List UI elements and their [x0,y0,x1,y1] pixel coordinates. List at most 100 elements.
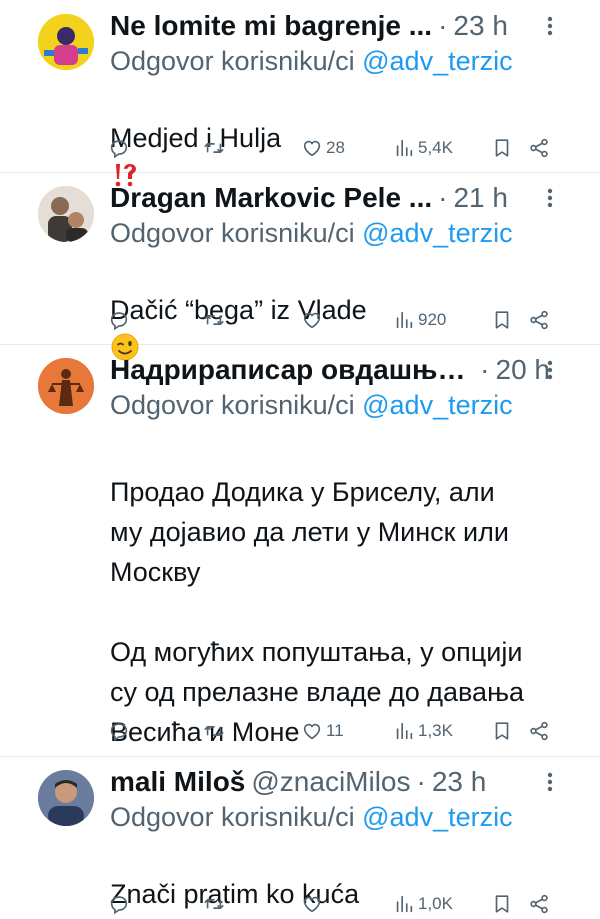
reply-mention-link[interactable]: @adv_terzic [362,390,512,420]
more-icon[interactable] [538,358,562,382]
avatar-photo-people [38,186,94,242]
bookmark-button[interactable] [491,305,513,335]
avatar[interactable] [38,770,94,826]
tweet[interactable]: Dragan Markovic Pele ... · 21 h Odgovor … [0,172,600,361]
share-icon [528,137,550,159]
reply-context: Odgovor korisniku/ci @adv_terzic [110,802,513,833]
tweet[interactable]: Надрираписар овдашњи™ · 20 h Odgovor kor… [0,344,600,757]
action-bar: 1,0K [108,889,568,919]
bookmark-button[interactable] [491,716,513,746]
bookmark-icon [491,893,513,915]
avatar-orange-statue [38,358,94,414]
view-count: 1,0K [418,894,453,913]
reply-label: Odgovor korisniku/ci [110,218,355,248]
views-chart-icon [393,137,415,159]
share-icon [528,309,550,331]
retweet-button[interactable] [203,305,225,335]
timestamp[interactable]: 23 h [453,10,508,42]
like-count: 11 [326,721,344,740]
like-button[interactable]: 11 [301,716,344,746]
avatar-yellow-cartoon [38,14,94,70]
more-icon[interactable] [538,186,562,210]
reply-icon [108,720,130,742]
reply-button[interactable] [108,716,130,746]
share-button[interactable] [528,716,550,746]
views-button[interactable]: 1,3K [393,716,453,746]
author-handle[interactable]: @znaciMilos [251,766,410,798]
timestamp[interactable]: 21 h [453,182,508,214]
avatar[interactable] [38,358,94,414]
share-icon [528,893,550,915]
reply-label: Odgovor korisniku/ci [110,46,355,76]
bookmark-icon [491,309,513,331]
tweet-text: Продао Додика у Бриселу, али му дојавио … [110,432,570,752]
avatar[interactable] [38,14,94,70]
share-button[interactable] [528,889,550,919]
author-name[interactable]: Dragan Markovic Pele ... [110,182,432,214]
tweet-header: Dragan Markovic Pele ... · 21 h [110,178,550,218]
more-icon[interactable] [538,770,562,794]
timestamp[interactable]: 23 h [432,766,487,798]
tweet-text-content: Продао Додика у Бриселу, али му дојавио … [110,477,525,747]
avatar-photo-man [38,770,94,826]
view-count: 5,4K [418,138,453,157]
like-button[interactable] [301,889,326,919]
retweet-icon [203,309,225,331]
reply-icon [108,137,130,159]
more-icon[interactable] [538,14,562,38]
reply-icon [108,893,130,915]
reply-label: Odgovor korisniku/ci [110,390,355,420]
author-name[interactable]: Надрираписар овдашњи™ [110,354,474,386]
retweet-icon [203,137,225,159]
reply-context: Odgovor korisniku/ci @adv_terzic [110,218,513,249]
reply-button[interactable] [108,889,130,919]
reply-label: Odgovor korisniku/ci [110,802,355,832]
retweet-icon [203,720,225,742]
views-button[interactable]: 920 [393,305,446,335]
action-bar: 28 5,4K [108,133,568,163]
share-icon [528,720,550,742]
heart-icon [301,137,323,159]
separator-dot: · [416,766,426,797]
heart-icon [301,309,323,331]
action-bar: 920 [108,305,568,335]
reply-icon [108,309,130,331]
share-button[interactable] [528,305,550,335]
tweet-header: Надрираписар овдашњи™ · 20 h [110,350,550,390]
reply-context: Odgovor korisniku/ci @adv_terzic [110,390,513,421]
reply-button[interactable] [108,133,130,163]
retweet-button[interactable] [203,889,225,919]
view-count: 920 [418,310,447,329]
reply-mention-link[interactable]: @adv_terzic [362,218,512,248]
tweet[interactable]: Ne lomite mi bagrenje ... · 23 h Odgovor… [0,0,600,187]
views-chart-icon [393,893,415,915]
author-name[interactable]: Ne lomite mi bagrenje ... [110,10,432,42]
tweet[interactable]: mali Miloš @znaciMilos · 23 h Odgovor ko… [0,756,600,916]
share-button[interactable] [528,133,550,163]
views-chart-icon [393,309,415,331]
views-button[interactable]: 5,4K [393,133,453,163]
retweet-button[interactable] [203,716,225,746]
bookmark-button[interactable] [491,133,513,163]
views-button[interactable]: 1,0K [393,889,453,919]
heart-icon [301,720,323,742]
bookmark-button[interactable] [491,889,513,919]
author-name[interactable]: mali Miloš [110,766,245,798]
reply-button[interactable] [108,305,130,335]
separator-dot: · [438,182,448,213]
like-count: 28 [326,138,345,157]
separator-dot: · [438,10,448,41]
like-button[interactable]: 28 [301,133,345,163]
separator-dot: · [480,354,490,385]
bookmark-icon [491,137,513,159]
action-bar: 11 1,3K [108,716,568,746]
view-count: 1,3K [418,721,453,740]
reply-mention-link[interactable]: @adv_terzic [362,802,512,832]
like-button[interactable] [301,305,326,335]
views-chart-icon [393,720,415,742]
reply-mention-link[interactable]: @adv_terzic [362,46,512,76]
avatar[interactable] [38,186,94,242]
reply-context: Odgovor korisniku/ci @adv_terzic [110,46,513,77]
tweet-header: Ne lomite mi bagrenje ... · 23 h [110,6,550,46]
retweet-button[interactable] [203,133,225,163]
